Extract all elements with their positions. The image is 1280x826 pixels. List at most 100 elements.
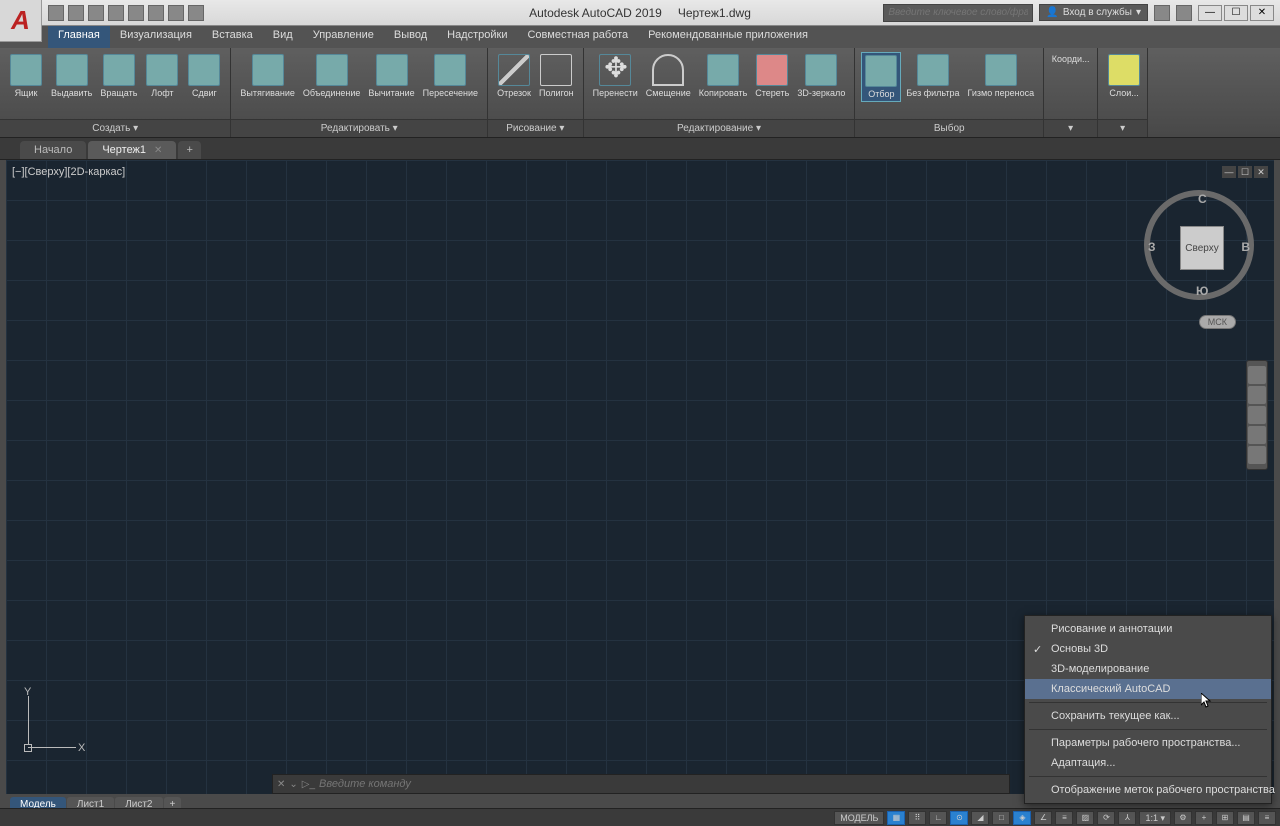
viewport-label[interactable]: [−][Сверху][2D-каркас] [12, 166, 125, 178]
panel-draw-title[interactable]: Рисование ▾ [488, 119, 583, 137]
status-transparency-icon[interactable]: ▨ [1076, 811, 1094, 825]
help-icon[interactable] [1176, 5, 1192, 21]
maximize-button[interactable]: ☐ [1224, 5, 1248, 21]
tab-manage[interactable]: Управление [303, 26, 384, 48]
doctab-home[interactable]: Начало [20, 141, 86, 159]
status-3dosnap-icon[interactable]: ◈ [1013, 811, 1031, 825]
status-quickprops-icon[interactable]: ▤ [1237, 811, 1255, 825]
doctab-add[interactable]: + [178, 141, 200, 159]
status-snap-icon[interactable]: ⠿ [908, 811, 926, 825]
copy-button[interactable]: Копировать [696, 52, 750, 100]
compass-e[interactable]: В [1241, 240, 1250, 254]
qat-undo-icon[interactable] [168, 5, 184, 21]
command-line[interactable]: ✕ ⌄ ▷_ [272, 774, 1010, 794]
search-input[interactable] [883, 4, 1033, 22]
polygon-button[interactable]: Полигон [536, 52, 577, 100]
compass-s[interactable]: Ю [1196, 284, 1208, 298]
tab-view[interactable]: Вид [263, 26, 303, 48]
minimize-button[interactable]: — [1198, 5, 1222, 21]
ucs-badge[interactable]: МСК [1199, 315, 1236, 329]
vp-max-icon[interactable]: ☐ [1238, 166, 1252, 178]
extrude-button[interactable]: Выдавить [48, 52, 95, 100]
coord-button[interactable]: Коорди... [1050, 52, 1091, 66]
tab-recommended[interactable]: Рекомендованные приложения [638, 26, 818, 48]
nav-wheel-icon[interactable] [1248, 366, 1266, 384]
status-cycling-icon[interactable]: ⟳ [1097, 811, 1115, 825]
qat-plot-icon[interactable] [148, 5, 164, 21]
compass-n[interactable]: С [1198, 192, 1207, 206]
viewcube-face[interactable]: Сверху [1180, 226, 1224, 270]
status-units-icon[interactable]: ⊞ [1216, 811, 1234, 825]
ws-3dmodeling[interactable]: 3D-моделирование [1025, 659, 1271, 679]
filter-button[interactable]: Отбор [861, 52, 901, 102]
panel-coord-title[interactable]: ▾ [1044, 119, 1097, 137]
vp-close-icon[interactable]: ✕ [1254, 166, 1268, 178]
vp-min-icon[interactable]: — [1222, 166, 1236, 178]
gizmo-button[interactable]: Гизмо переноса [965, 52, 1038, 100]
panel-modify-title[interactable]: Редактирование ▾ [584, 119, 855, 137]
tab-addins[interactable]: Надстройки [437, 26, 517, 48]
status-osnap-icon[interactable]: □ [992, 811, 1010, 825]
signin-button[interactable]: 👤 Вход в службы ▾ [1039, 4, 1148, 21]
qat-open-icon[interactable] [68, 5, 84, 21]
presspull-button[interactable]: Вытягивание [237, 52, 297, 100]
status-isodraft-icon[interactable]: ◢ [971, 811, 989, 825]
nav-pan-icon[interactable] [1248, 386, 1266, 404]
ws-labels[interactable]: Отображение меток рабочего пространства [1025, 780, 1271, 800]
command-input[interactable] [319, 778, 1005, 790]
status-lineweight-icon[interactable]: ≡ [1055, 811, 1073, 825]
status-workspace-icon[interactable]: ⚙ [1174, 811, 1192, 825]
ws-classic[interactable]: Классический AutoCAD [1025, 679, 1271, 699]
status-annoscale-icon[interactable]: ⅄ [1118, 811, 1136, 825]
ws-3dbasics[interactable]: Основы 3D [1025, 639, 1271, 659]
erase-button[interactable]: Стереть [752, 52, 792, 100]
mirror3d-button[interactable]: 3D-зеркало [794, 52, 848, 100]
ws-drafting[interactable]: Рисование и аннотации [1025, 619, 1271, 639]
status-otrack-icon[interactable]: ∠ [1034, 811, 1052, 825]
move-button[interactable]: Перенести [590, 52, 641, 100]
panel-edit-title[interactable]: Редактировать ▾ [231, 119, 487, 137]
ws-customize[interactable]: Адаптация... [1025, 753, 1271, 773]
compass-w[interactable]: З [1148, 240, 1156, 254]
qat-save-icon[interactable] [88, 5, 104, 21]
loft-button[interactable]: Лофт [142, 52, 182, 100]
exchange-icon[interactable] [1154, 5, 1170, 21]
cmd-close-icon[interactable]: ✕ [277, 779, 285, 790]
box-button[interactable]: Ящик [6, 52, 46, 100]
cmd-options-icon[interactable]: ⌄ [289, 779, 297, 790]
status-model-button[interactable]: МОДЕЛЬ [834, 811, 884, 825]
tab-home[interactable]: Главная [48, 26, 110, 48]
line-button[interactable]: Отрезок [494, 52, 534, 100]
close-tab-icon[interactable]: ✕ [154, 145, 162, 156]
revolve-button[interactable]: Вращать [97, 52, 140, 100]
qat-saveas-icon[interactable] [108, 5, 124, 21]
offset-button[interactable]: Смещение [643, 52, 694, 100]
subtract-button[interactable]: Вычитание [365, 52, 417, 100]
nav-orbit-icon[interactable] [1248, 426, 1266, 444]
doctab-drawing1[interactable]: Чертеж1✕ [88, 141, 176, 159]
tab-output[interactable]: Вывод [384, 26, 437, 48]
ws-save-as[interactable]: Сохранить текущее как... [1025, 706, 1271, 726]
viewcube[interactable]: Сверху С Ю В З [1144, 190, 1254, 300]
tab-collab[interactable]: Совместная работа [517, 26, 638, 48]
qat-redo-icon[interactable] [188, 5, 204, 21]
qat-new-icon[interactable] [48, 5, 64, 21]
panel-create-title[interactable]: Создать ▾ [0, 119, 230, 137]
close-button[interactable]: ✕ [1250, 5, 1274, 21]
qat-web-icon[interactable] [128, 5, 144, 21]
status-customize-icon[interactable]: ≡ [1258, 811, 1276, 825]
tab-visualization[interactable]: Визуализация [110, 26, 202, 48]
layers-button[interactable]: Слои... [1104, 52, 1144, 100]
sweep-button[interactable]: Сдвиг [184, 52, 224, 100]
nav-showmotion-icon[interactable] [1248, 446, 1266, 464]
nofilter-button[interactable]: Без фильтра [903, 52, 962, 100]
ws-settings[interactable]: Параметры рабочего пространства... [1025, 733, 1271, 753]
tab-insert[interactable]: Вставка [202, 26, 263, 48]
intersect-button[interactable]: Пересечение [420, 52, 481, 100]
status-scale-button[interactable]: 1:1 ▾ [1139, 811, 1171, 825]
union-button[interactable]: Объединение [300, 52, 364, 100]
app-menu-button[interactable]: A [0, 0, 42, 42]
status-ortho-icon[interactable]: ∟ [929, 811, 947, 825]
panel-layers-title[interactable]: ▾ [1098, 119, 1147, 137]
status-polar-icon[interactable]: ⊙ [950, 811, 968, 825]
